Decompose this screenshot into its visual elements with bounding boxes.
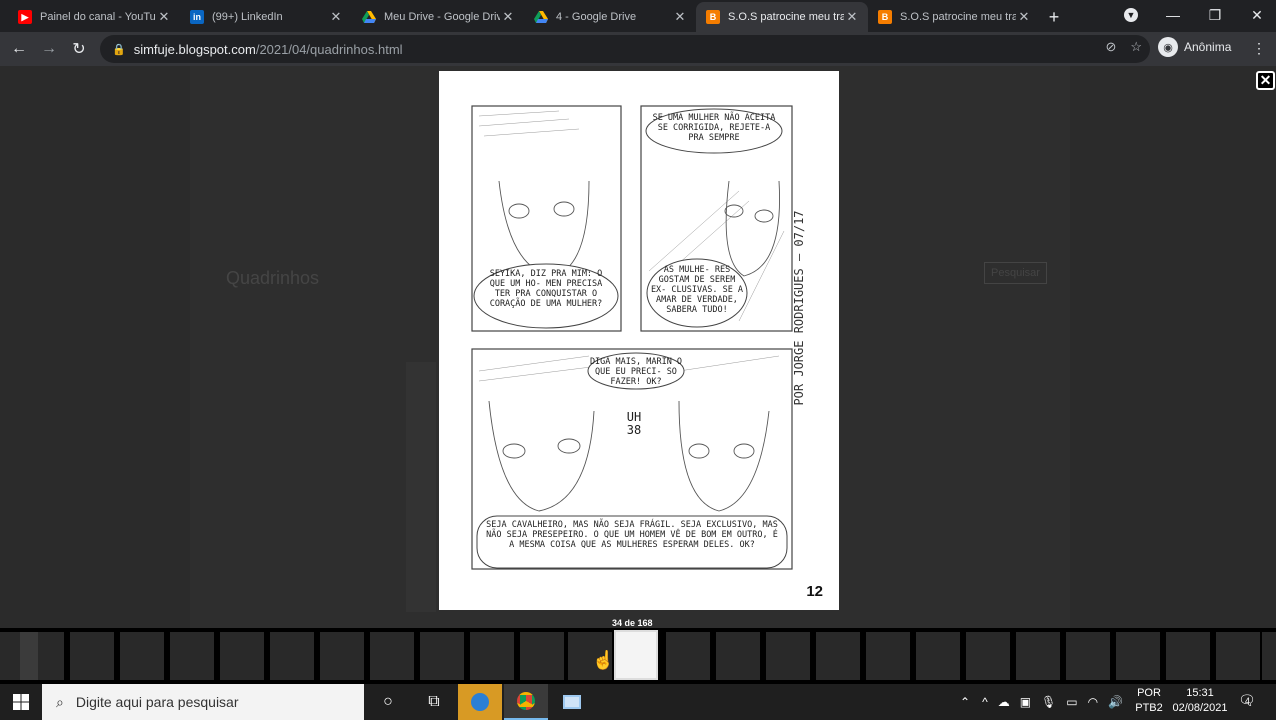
artist-signature: POR JORGE RODRIGUES — 07/17 (792, 210, 806, 406)
linkedin-icon: in (190, 10, 204, 24)
thumbnail[interactable] (766, 632, 810, 680)
tab-close-icon[interactable]: ✕ (500, 9, 516, 25)
show-hidden-icons[interactable]: ^ (982, 695, 988, 709)
incognito-profile[interactable]: ◉ Anônima (1158, 37, 1231, 57)
chrome-icon[interactable] (504, 684, 548, 720)
address-bar[interactable]: 🔒 simfuje.blogspot.com/2021/04/quadrinho… (100, 35, 1150, 63)
thumbnail[interactable] (716, 632, 760, 680)
volume-icon[interactable]: 🔊 (1108, 695, 1123, 709)
lightbox-close-button[interactable]: ✕ (1256, 71, 1275, 90)
tab-close-icon[interactable]: ✕ (1016, 9, 1032, 25)
speech-bubble-5: SEJA CAVALHEIRO, MAS NÃO SEJA FRÁGIL. SE… (486, 520, 778, 550)
task-view-icon[interactable]: ⧉ (412, 684, 456, 720)
thumbnail[interactable] (1066, 632, 1110, 680)
windows-taskbar: ⌕ Digite aqui para pesquisar ○ ⧉ ⌃ ^ ☁ ▣… (0, 684, 1276, 720)
thumbnail[interactable] (1166, 632, 1210, 680)
thumbnail[interactable] (320, 632, 364, 680)
taskbar-search-input[interactable]: ⌕ Digite aqui para pesquisar (42, 684, 364, 720)
reload-button[interactable]: ↻ (64, 34, 94, 64)
blog-post-title: Quadrinhos (226, 268, 320, 288)
thumbnail[interactable] (1262, 632, 1276, 680)
system-clock[interactable]: 15:31 02/08/2021 (1170, 686, 1230, 716)
tab-google-drive-4[interactable]: 4 - Google Drive ✕ (524, 2, 696, 32)
tab-search-icon[interactable]: ▼ (1110, 0, 1152, 30)
new-tab-button[interactable]: + (1040, 2, 1068, 32)
thumbnail[interactable] (70, 632, 114, 680)
eye-off-icon[interactable]: ⊘ (1105, 39, 1116, 55)
tab-sos[interactable]: B S.O.S patrocine meu trabalho ✕ (868, 2, 1040, 32)
tab-strip: ▶ Painel do canal - YouTube ✕ in (99+) L… (0, 0, 1276, 32)
blog-image-placeholder (406, 362, 436, 612)
thumbnail[interactable] (520, 632, 564, 680)
start-button[interactable] (0, 684, 42, 720)
app-pinned-icon[interactable] (458, 684, 502, 720)
comic-page-image: SEYIKA, DIZ PRA MIM: O QUE UM HO- MEN PR… (439, 71, 839, 610)
thumbnail-current[interactable] (614, 630, 658, 680)
tab-youtube[interactable]: ▶ Painel do canal - YouTube ✕ (8, 2, 180, 32)
restore-button[interactable]: ❐ (1194, 0, 1236, 30)
tray-chevron-icon[interactable]: ⌃ (960, 695, 970, 709)
thumbnail[interactable] (370, 632, 414, 680)
speech-bubble-4: DIGA MAIS, MARIN O QUE EU PRECI- SO FAZE… (589, 357, 683, 387)
search-icon: ⌕ (56, 693, 64, 710)
meet-icon[interactable]: ▣ (1020, 695, 1031, 709)
bookmark-star-icon[interactable]: ☆ (1130, 39, 1142, 55)
tab-linkedin[interactable]: in (99+) LinkedIn ✕ (180, 2, 352, 32)
thumbnail[interactable] (866, 632, 910, 680)
window-app-icon[interactable] (550, 684, 594, 720)
blogger-icon: B (706, 10, 720, 24)
cloud-icon[interactable]: ☁ (998, 695, 1010, 709)
thumbnail[interactable] (1116, 632, 1160, 680)
tab-close-icon[interactable]: ✕ (328, 9, 344, 25)
thumbnail[interactable] (420, 632, 464, 680)
thumbnail[interactable] (666, 632, 710, 680)
thumbnail[interactable] (966, 632, 1010, 680)
comic-page-number: 12 (806, 583, 823, 600)
tab-sos-active[interactable]: B S.O.S patrocine meu trabalho ✕ (696, 2, 868, 32)
speech-bubble-1: SEYIKA, DIZ PRA MIM: O QUE UM HO- MEN PR… (489, 269, 603, 309)
thumbnail[interactable] (816, 632, 860, 680)
notification-center-icon[interactable]: 🗨 4 (1238, 692, 1256, 709)
image-counter: 34 de 168 (612, 618, 653, 628)
thumbnail[interactable] (20, 632, 64, 680)
thumbnail[interactable] (1016, 632, 1060, 680)
minimize-button[interactable]: — (1152, 0, 1194, 30)
battery-icon[interactable]: ▭ (1066, 695, 1077, 709)
thumbnail[interactable] (170, 632, 214, 680)
forward-button[interactable]: → (34, 34, 64, 64)
tab-close-icon[interactable]: ✕ (156, 9, 172, 25)
incognito-icon: ◉ (1158, 37, 1178, 57)
thumbnail[interactable] (270, 632, 314, 680)
lock-icon: 🔒 (112, 43, 126, 56)
thumbnail-strip[interactable] (0, 628, 1276, 684)
wifi-icon[interactable]: ◠ (1088, 695, 1098, 709)
more-menu-icon[interactable]: ⋮ (1252, 40, 1266, 57)
cortana-icon[interactable]: ○ (366, 684, 410, 720)
thumbnail[interactable] (916, 632, 960, 680)
tab-meu-drive[interactable]: Meu Drive - Google Drive ✕ (352, 2, 524, 32)
thumbnail[interactable] (470, 632, 514, 680)
thumbnail[interactable] (120, 632, 164, 680)
hand-cursor-icon: ☝ (592, 650, 615, 670)
speech-bubble-3: AS MULHE- RES GOSTAM DE SEREM EX- CLUSIV… (650, 265, 744, 315)
browser-toolbar: ← → ↻ 🔒 simfuje.blogspot.com/2021/04/qua… (0, 32, 1276, 66)
google-drive-icon (362, 10, 376, 24)
keyboard-language[interactable]: POR PTB2 (1134, 686, 1164, 716)
thumbnail[interactable] (1216, 632, 1260, 680)
thumbnail[interactable] (220, 632, 264, 680)
tab-close-icon[interactable]: ✕ (672, 9, 688, 25)
google-drive-icon (534, 10, 548, 24)
blog-search-button[interactable]: Pesquisar (984, 262, 1047, 284)
back-button[interactable]: ← (4, 34, 34, 64)
tab-close-icon[interactable]: ✕ (844, 9, 860, 25)
close-window-button[interactable]: ✕ (1236, 0, 1276, 30)
windows-logo-icon (13, 694, 29, 710)
blogger-icon: B (878, 10, 892, 24)
youtube-icon: ▶ (18, 10, 32, 24)
microphone-icon[interactable]: 🎙 (1041, 695, 1056, 709)
sound-effect-text: UH 38 (626, 410, 642, 437)
speech-bubble-2: SE UMA MULHER NÃO ACEITA SE CORRIGIDA, R… (652, 113, 776, 143)
